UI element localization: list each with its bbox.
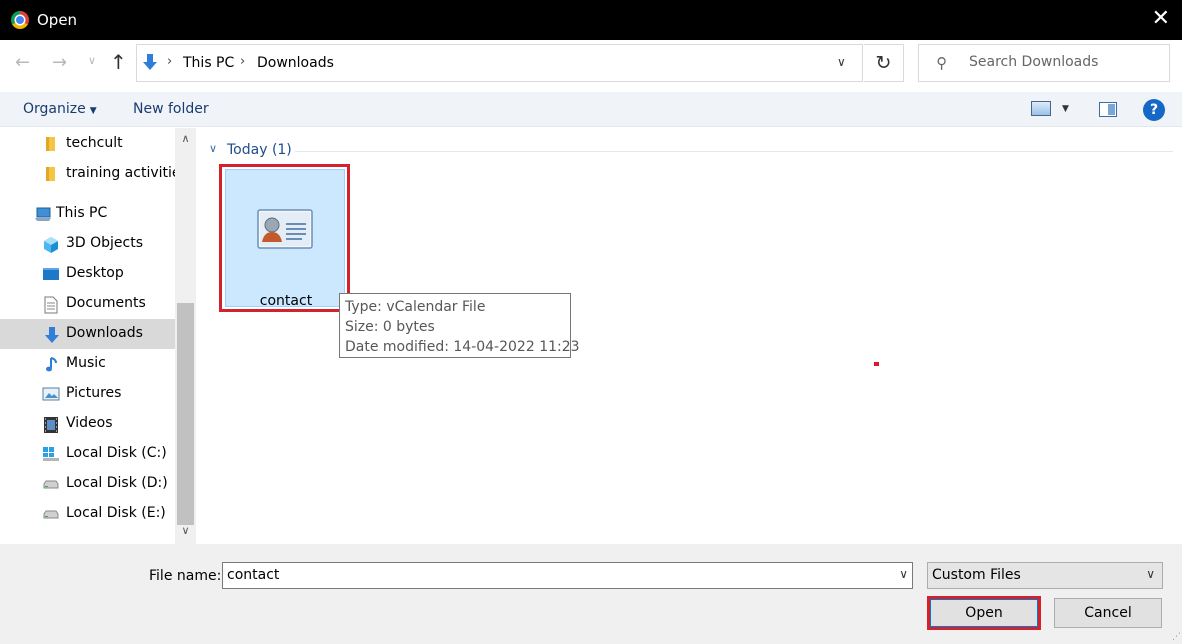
- sidebar-item-videos[interactable]: Videos: [0, 409, 175, 439]
- up-arrow-icon[interactable]: ↑: [110, 50, 127, 74]
- organize-button[interactable]: Organize ▼: [23, 101, 97, 117]
- sidebar-item-label: Videos: [66, 415, 113, 431]
- sidebar-item-local-disk-e[interactable]: Local Disk (E:): [0, 499, 175, 529]
- sidebar-item-label: techcult: [66, 135, 123, 151]
- breadcrumb-chevron-icon[interactable]: ›: [240, 54, 245, 69]
- file-name-input[interactable]: [227, 567, 887, 583]
- scroll-down-icon[interactable]: ∨: [175, 524, 196, 537]
- search-input[interactable]: [969, 54, 1159, 70]
- address-bar[interactable]: › This PC › Downloads ∨: [136, 44, 863, 82]
- sidebar-item-label: Desktop: [66, 265, 124, 281]
- tooltip-size: Size: 0 bytes: [345, 319, 435, 335]
- caret-down-icon: ▼: [89, 106, 97, 116]
- sidebar-item-3d-objects[interactable]: 3D Objects: [0, 229, 175, 259]
- scrollbar-thumb[interactable]: [177, 303, 194, 525]
- tooltip-type: Type: vCalendar File: [345, 299, 486, 315]
- window-title: Open: [37, 11, 78, 29]
- group-label: Today (1): [227, 142, 292, 158]
- file-type-value: Custom Files: [932, 567, 1021, 583]
- videos-icon: [42, 416, 58, 433]
- sidebar-item-this-pc[interactable]: This PC: [0, 199, 175, 229]
- cursor-marker: [874, 362, 879, 366]
- navigation-pane: techcult training activities This PC 3D …: [0, 128, 196, 544]
- sidebar-item-label: Music: [66, 355, 106, 371]
- documents-icon: [43, 296, 59, 314]
- sidebar-item-techcult[interactable]: techcult: [0, 129, 175, 159]
- change-view-icon[interactable]: [1031, 101, 1051, 116]
- search-icon: ⚲: [936, 54, 947, 72]
- drive-icon: [42, 476, 59, 492]
- open-button[interactable]: Open: [927, 596, 1041, 630]
- recent-locations-chevron-icon[interactable]: ∨: [88, 54, 96, 67]
- file-type-chevron-icon: ∨: [1146, 567, 1155, 581]
- computer-icon: [34, 206, 51, 222]
- title-bar: Open ✕: [0, 0, 1182, 40]
- resize-grip-icon[interactable]: ⋰: [1172, 632, 1181, 642]
- back-arrow-icon[interactable]: ←: [15, 52, 30, 73]
- chrome-icon: [11, 11, 29, 29]
- sidebar-item-label: Local Disk (D:): [66, 475, 168, 491]
- collapse-chevron-icon[interactable]: ∨: [209, 142, 217, 155]
- sidebar-item-label: Local Disk (C:): [66, 445, 167, 461]
- sidebar-item-music[interactable]: Music: [0, 349, 175, 379]
- scroll-up-icon[interactable]: ∧: [175, 132, 196, 145]
- command-toolbar: Organize ▼ New folder ▼ ?: [0, 92, 1182, 127]
- cancel-button[interactable]: Cancel: [1054, 598, 1162, 628]
- new-folder-button[interactable]: New folder: [133, 101, 209, 117]
- close-icon[interactable]: ✕: [1152, 6, 1170, 31]
- sidebar-item-label: Local Disk (E:): [66, 505, 166, 521]
- sidebar-item-local-disk-c[interactable]: Local Disk (C:): [0, 439, 175, 469]
- dialog-footer: File name: ∨ Custom Files ∨ Open Cancel …: [0, 544, 1182, 644]
- group-header-today[interactable]: ∨ Today (1): [209, 142, 1173, 162]
- tooltip-date-modified: Date modified: 14-04-2022 11:23: [345, 339, 580, 355]
- sidebar-item-label: This PC: [56, 205, 108, 221]
- group-divider: [295, 151, 1173, 152]
- sidebar-item-downloads[interactable]: Downloads: [0, 319, 175, 349]
- sidebar-item-label: Pictures: [66, 385, 122, 401]
- help-icon[interactable]: ?: [1143, 99, 1165, 121]
- breadcrumb-this-pc[interactable]: This PC: [183, 55, 234, 71]
- folder-icon: [44, 136, 60, 152]
- drive-icon: [42, 506, 59, 522]
- folder-icon: [44, 166, 60, 182]
- breadcrumb-chevron-icon[interactable]: ›: [167, 54, 172, 69]
- sidebar-item-training-activities[interactable]: training activities: [0, 159, 175, 189]
- refresh-icon[interactable]: ↻: [864, 44, 904, 82]
- pictures-icon: [42, 386, 60, 402]
- sidebar-item-label: Downloads: [66, 325, 143, 341]
- organize-label: Organize: [23, 101, 86, 117]
- sidebar-item-local-disk-d[interactable]: Local Disk (D:): [0, 469, 175, 499]
- downloads-location-icon: [143, 54, 157, 72]
- windows-drive-icon: [42, 446, 59, 462]
- sidebar-scrollbar[interactable]: ∧ ∨: [175, 128, 196, 544]
- file-name-combobox[interactable]: ∨: [222, 562, 913, 589]
- preview-pane-icon[interactable]: [1099, 102, 1117, 117]
- address-dropdown-chevron-icon[interactable]: ∨: [837, 55, 846, 69]
- file-name-label: File name:: [149, 568, 222, 584]
- sidebar-item-label: Documents: [66, 295, 146, 311]
- 3d-objects-icon: [42, 236, 58, 253]
- sidebar-item-label: 3D Objects: [66, 235, 144, 251]
- sidebar-item-label: training activities: [66, 165, 175, 181]
- music-icon: [44, 356, 60, 372]
- desktop-icon: [42, 266, 59, 282]
- file-type-select[interactable]: Custom Files ∨: [927, 562, 1163, 589]
- sidebar-item-pictures[interactable]: Pictures: [0, 379, 175, 409]
- sidebar-item-documents[interactable]: Documents: [0, 289, 175, 319]
- file-info-tooltip: Type: vCalendar File Size: 0 bytes Date …: [339, 293, 580, 358]
- file-highlight-box: [219, 164, 350, 312]
- breadcrumb-downloads[interactable]: Downloads: [257, 55, 334, 71]
- search-box[interactable]: ⚲: [918, 44, 1170, 82]
- downloads-icon: [44, 326, 60, 343]
- sidebar-item-desktop[interactable]: Desktop: [0, 259, 175, 289]
- forward-arrow-icon[interactable]: →: [52, 52, 67, 73]
- view-options-caret-icon[interactable]: ▼: [1062, 104, 1069, 114]
- file-name-dropdown-icon[interactable]: ∨: [899, 567, 908, 581]
